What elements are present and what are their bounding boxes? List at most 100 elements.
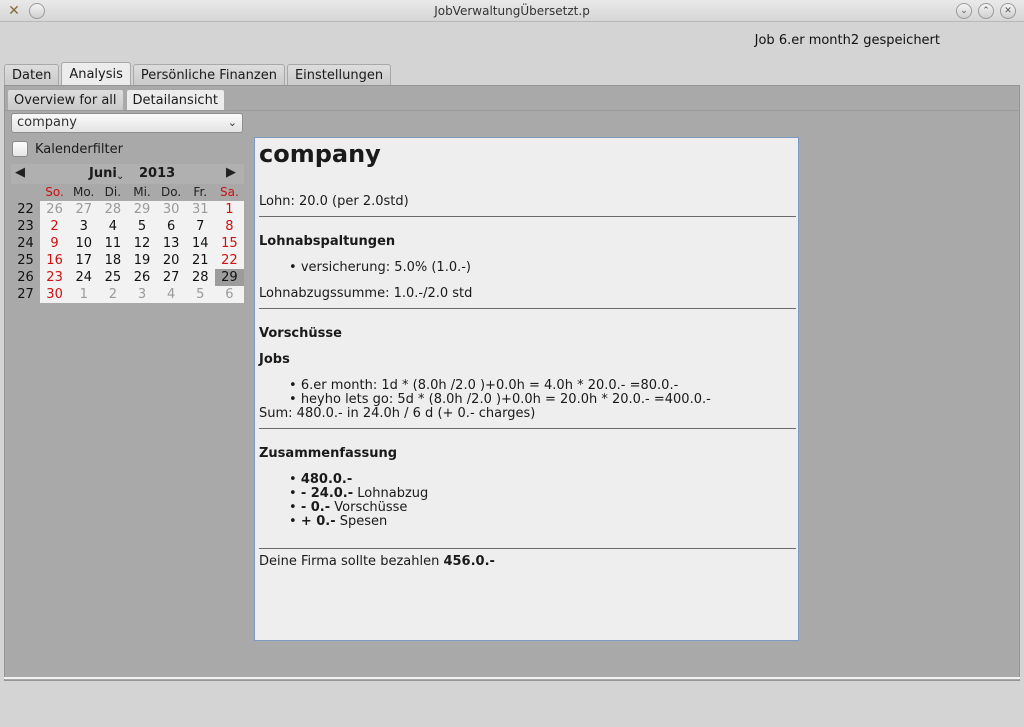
- calendar-days: 26 27 28 29 30 31 1 2 3 4 5 6 7 8 9 10 11 12 13 14 15 16 17 18 1…: [40, 201, 244, 303]
- calendar-week-numbers: 22 23 24 25 26 27: [11, 201, 40, 303]
- calendar-day[interactable]: 15: [215, 235, 244, 252]
- calendar-weekday-header: So. Mo. Di. Mi. Do. Fr. Sa.: [40, 184, 244, 201]
- calendar-year[interactable]: 2013: [139, 166, 175, 181]
- calendar-day[interactable]: 1: [215, 201, 244, 218]
- calendar-day[interactable]: 13: [157, 235, 186, 252]
- main-tabs: Daten Analysis Persönliche Finanzen Eins…: [4, 62, 392, 86]
- calendar-day[interactable]: 31: [186, 201, 215, 218]
- prev-month-icon[interactable]: ◀: [15, 165, 25, 180]
- summary-value: 480.0.-: [300, 472, 353, 487]
- calendar-month[interactable]: Juni: [89, 166, 117, 181]
- calendar-day[interactable]: 18: [98, 252, 127, 269]
- calendar-day[interactable]: 9: [40, 235, 69, 252]
- report-view: company Lohn: 20.0 (per 2.0std) Lohnabsp…: [254, 137, 799, 641]
- calendar-day[interactable]: 3: [127, 286, 156, 303]
- calendar-day[interactable]: 7: [186, 218, 215, 235]
- summary-label: Vorschüsse: [334, 500, 408, 515]
- calendar-day[interactable]: 26: [127, 269, 156, 286]
- calendar-day[interactable]: 10: [69, 235, 98, 252]
- calendar-day[interactable]: 28: [98, 201, 127, 218]
- calendar-day[interactable]: 11: [98, 235, 127, 252]
- month-chevron-icon[interactable]: ⌄: [116, 171, 124, 182]
- calendar-day[interactable]: 14: [186, 235, 215, 252]
- calendar-day[interactable]: 24: [69, 269, 98, 286]
- window-title: JobVerwaltungÜbersetzt.p: [434, 4, 590, 18]
- zusammenfassung-heading: Zusammenfassung: [259, 446, 398, 461]
- calendar-day[interactable]: 2: [98, 286, 127, 303]
- calendar-day[interactable]: 19: [127, 252, 156, 269]
- calendar-day[interactable]: 28: [186, 269, 215, 286]
- calendar-day[interactable]: 6: [215, 286, 244, 303]
- summary-item: • 480.0.-: [289, 472, 353, 487]
- calendar-day[interactable]: 22: [215, 252, 244, 269]
- summary-label: Spesen: [339, 514, 388, 529]
- calendar-day[interactable]: 5: [127, 218, 156, 235]
- company-select-value: company: [17, 115, 77, 130]
- status-message: Job 6.er month2 gespeichert: [754, 33, 940, 48]
- calendar-day[interactable]: 30: [157, 201, 186, 218]
- vorschuesse-heading: Vorschüsse: [259, 326, 342, 341]
- tab-einstellungen[interactable]: Einstellungen: [286, 64, 392, 86]
- calendar-day[interactable]: 17: [69, 252, 98, 269]
- summary-item: • - 24.0.- Lohnabzug: [289, 486, 429, 501]
- calendar-day[interactable]: 27: [69, 201, 98, 218]
- week-number: 25: [17, 253, 34, 268]
- tab-overview-for-all[interactable]: Overview for all: [7, 89, 124, 110]
- week-number: 27: [17, 287, 34, 302]
- lohnabspaltung-item: • versicherung: 5.0% (1.0.-): [289, 260, 472, 275]
- minimize-button[interactable]: ⌄: [956, 3, 972, 19]
- summary-item: • - 0.- Vorschüsse: [289, 500, 408, 515]
- calendar-filter-row: Kalenderfilter: [12, 140, 123, 158]
- weekday-label: Di.: [104, 185, 122, 199]
- calendar-day[interactable]: 30: [40, 286, 69, 303]
- chevron-down-icon: ⌄: [227, 116, 237, 129]
- sub-tabs: Overview for all Detailansicht: [7, 89, 225, 110]
- summary-value: - 24.0.-: [300, 486, 354, 501]
- next-month-icon[interactable]: ▶: [226, 165, 236, 180]
- calendar-day[interactable]: 16: [40, 252, 69, 269]
- calendar-day[interactable]: 6: [157, 218, 186, 235]
- calendar-filter-checkbox[interactable]: [12, 141, 28, 157]
- tab-daten[interactable]: Daten: [4, 64, 60, 86]
- lohnabspaltungen-heading: Lohnabspaltungen: [259, 234, 396, 249]
- summary-value: - 0.-: [300, 500, 331, 515]
- calendar-day[interactable]: 29: [127, 201, 156, 218]
- calendar-day[interactable]: 12: [127, 235, 156, 252]
- calendar-day[interactable]: 2: [40, 218, 69, 235]
- jobs-heading: Jobs: [259, 352, 290, 367]
- calendar-day[interactable]: 5: [186, 286, 215, 303]
- divider: [5, 110, 1019, 111]
- calendar-day[interactable]: 20: [157, 252, 186, 269]
- calendar-day[interactable]: 27: [157, 269, 186, 286]
- calendar-day[interactable]: 23: [40, 269, 69, 286]
- analysis-panel: Overview for all Detailansicht company ⌄…: [4, 85, 1020, 681]
- tab-analysis[interactable]: Analysis: [61, 62, 131, 86]
- weekday-label: Mo.: [73, 185, 95, 199]
- job-text: heyho lets go: 5d * (8.0h /2.0 )+0.0h = …: [300, 392, 711, 407]
- week-number: 24: [17, 236, 34, 251]
- job-item: • 6.er month: 1d * (8.0h /2.0 )+0.0h = 4…: [289, 378, 679, 393]
- final-payment-label: Deine Firma sollte bezahlen: [259, 554, 440, 569]
- calendar-day[interactable]: 8: [215, 218, 244, 235]
- divider: [259, 428, 796, 429]
- tab-detailansicht[interactable]: Detailansicht: [125, 89, 225, 110]
- calendar-day[interactable]: 21: [186, 252, 215, 269]
- job-item: • heyho lets go: 5d * (8.0h /2.0 )+0.0h …: [289, 392, 711, 407]
- calendar-day[interactable]: 1: [69, 286, 98, 303]
- company-select[interactable]: company ⌄: [11, 113, 243, 133]
- divider: [259, 548, 796, 549]
- calendar-day[interactable]: 3: [69, 218, 98, 235]
- sum-line: Sum: 480.0.- in 24.0h / 6 d (+ 0.- charg…: [259, 406, 536, 421]
- maximize-button[interactable]: ⌃: [978, 3, 994, 19]
- calendar-day[interactable]: 29: [214, 269, 244, 286]
- calendar-day[interactable]: 25: [98, 269, 127, 286]
- close-button[interactable]: ✕: [1000, 3, 1016, 19]
- calendar-day[interactable]: 26: [40, 201, 69, 218]
- week-number: 23: [17, 219, 34, 234]
- calendar-filter-label: Kalenderfilter: [35, 141, 123, 157]
- weekday-label: Sa.: [220, 185, 239, 199]
- tab-persoenliche-finanzen[interactable]: Persönliche Finanzen: [132, 64, 285, 86]
- calendar-day[interactable]: 4: [157, 286, 186, 303]
- calendar-day[interactable]: 4: [98, 218, 127, 235]
- summary-item: • + 0.- Spesen: [289, 514, 388, 529]
